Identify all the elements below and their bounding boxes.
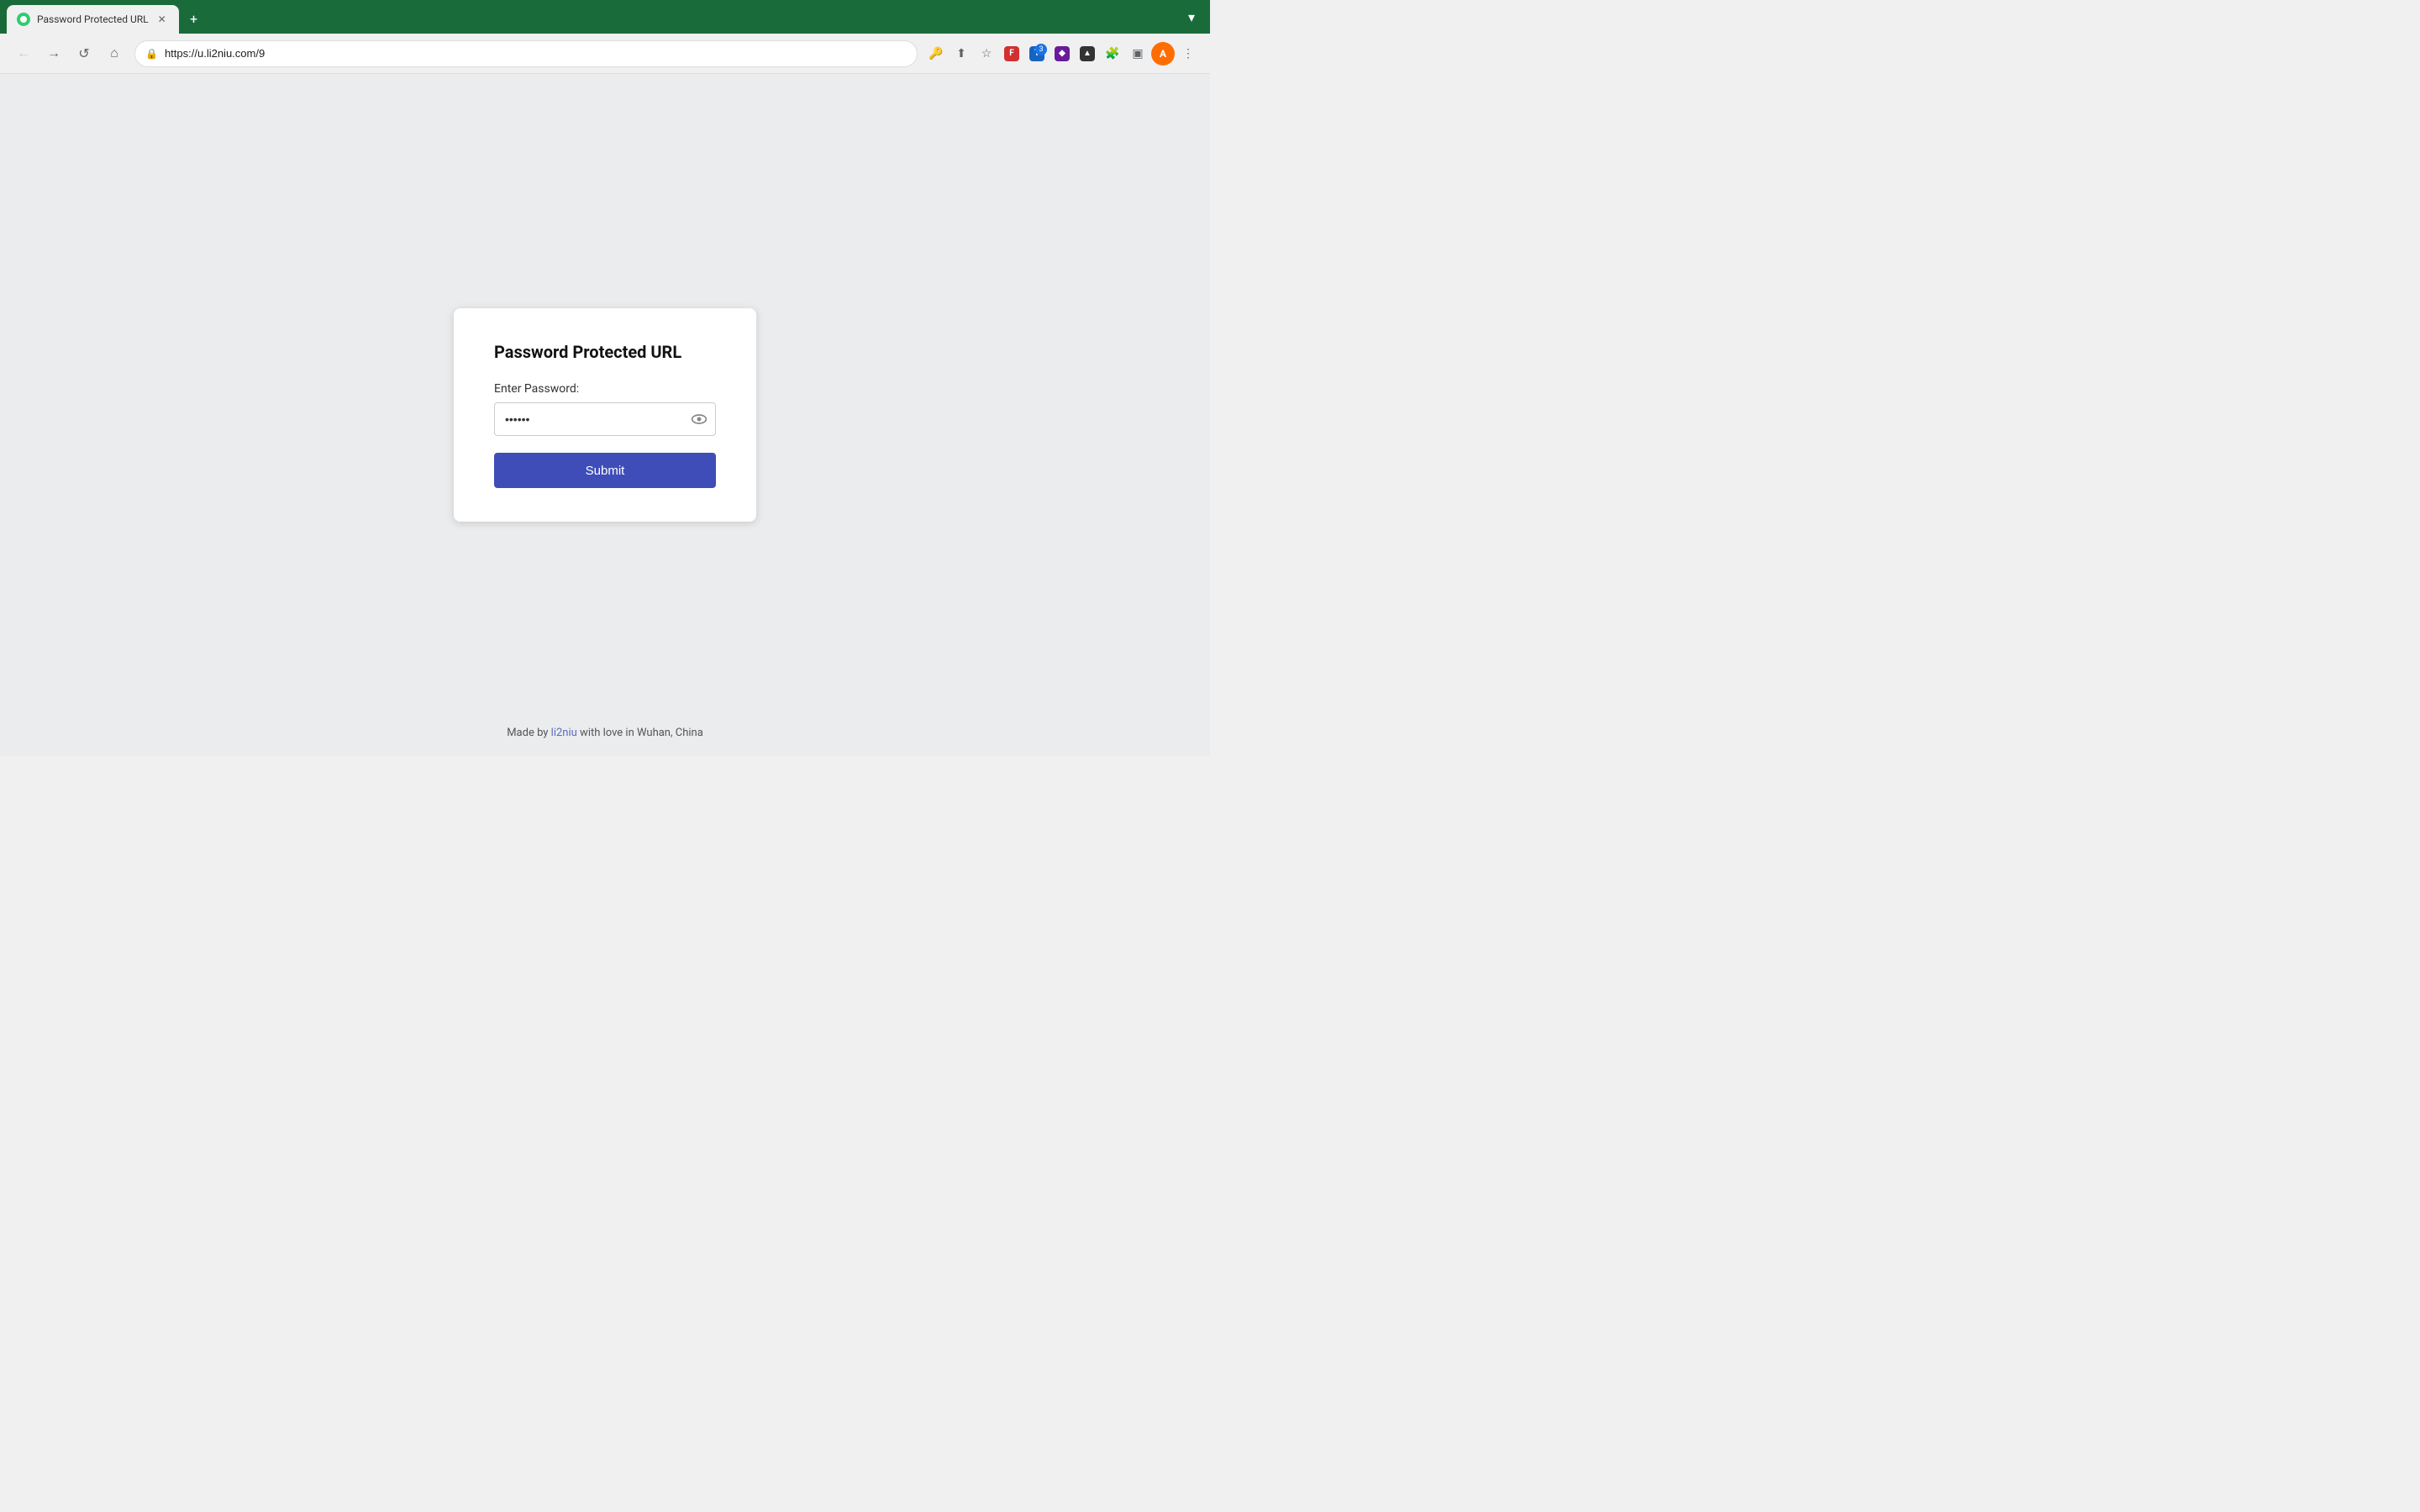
address-bar[interactable]: 🔒 [134,40,918,67]
forward-button[interactable]: → [40,40,67,67]
reload-button[interactable]: ↺ [71,40,97,67]
sidebar-button[interactable]: ▣ [1126,42,1150,66]
minimize-tabs-button[interactable]: ▾ [1180,5,1203,29]
badge-count: 3 [1035,44,1047,55]
page-footer: Made by li2niu with love in Wuhan, China [507,727,703,739]
ext-purple-button[interactable]: ◆ [1050,42,1074,66]
tab-title: Password Protected URL [37,13,149,25]
card-title: Password Protected URL [494,342,716,362]
bookmark-button[interactable]: ☆ [975,42,998,66]
tab-bar-right: ▾ [1180,5,1203,34]
feedly-icon: F [1004,46,1019,61]
url-input[interactable] [165,47,907,60]
password-label: Enter Password: [494,382,716,396]
lock-icon: 🔒 [145,48,158,60]
profile-avatar[interactable]: A [1151,42,1175,66]
tab-close-button[interactable]: ✕ [155,13,169,26]
new-tab-button[interactable]: + [182,7,206,30]
ext-feedly-button[interactable]: F [1000,42,1023,66]
page-content: Password Protected URL Enter Password: S… [0,74,1210,756]
tab-favicon-icon [17,13,30,26]
toggle-password-button[interactable] [691,411,708,428]
menu-button[interactable]: ⋮ [1176,42,1200,66]
submit-button[interactable]: Submit [494,453,716,488]
key-button[interactable]: 🔑 [924,42,948,66]
password-field-wrapper [494,402,716,436]
password-card: Password Protected URL Enter Password: S… [454,308,756,522]
footer-link[interactable]: li2niu [551,727,577,739]
home-button[interactable]: ⌂ [101,40,128,67]
browser-toolbar: ← → ↺ ⌂ 🔒 🔑 ⬆ ☆ F [0,34,1210,74]
password-input[interactable] [494,402,716,436]
share-button[interactable]: ⬆ [950,42,973,66]
browser-frame: Password Protected URL ✕ + ▾ ← → ↺ ⌂ 🔒 [0,0,1210,756]
eye-icon [691,411,708,428]
extensions-button[interactable]: 🧩 [1101,42,1124,66]
ext-dark-button[interactable]: ▲ [1076,42,1099,66]
ext-blue-button[interactable]: T 3 [1025,42,1049,66]
tab-bar: Password Protected URL ✕ + ▾ [0,0,1210,34]
back-button[interactable]: ← [10,40,37,67]
extension-purple-icon: ◆ [1055,46,1070,61]
active-tab[interactable]: Password Protected URL ✕ [7,5,179,34]
toolbar-actions: 🔑 ⬆ ☆ F T 3 ◆ ▲ 🧩 [924,42,1200,66]
extension-dark-icon: ▲ [1080,46,1095,61]
